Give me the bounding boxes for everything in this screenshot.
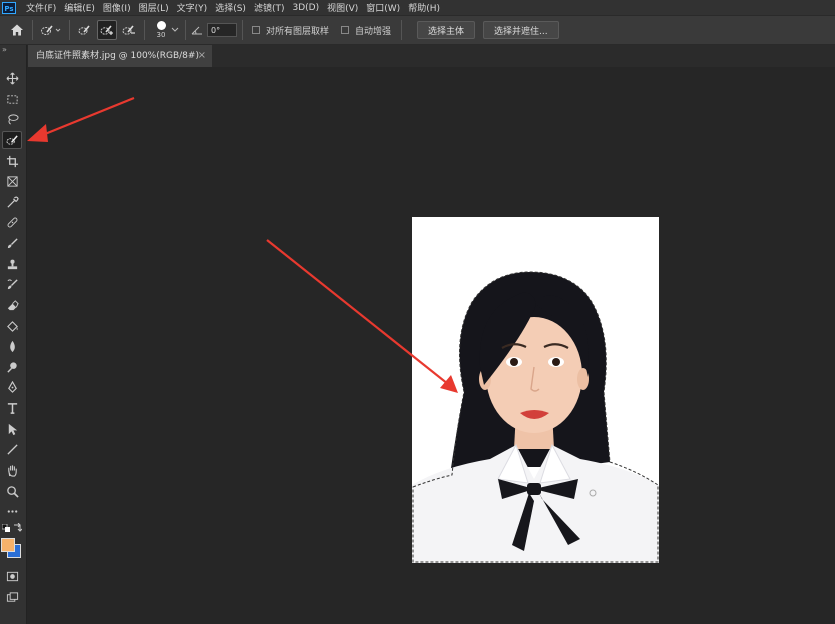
home-icon[interactable] — [7, 20, 27, 40]
add-to-selection-icon[interactable] — [97, 20, 117, 40]
zoom-tool-icon[interactable] — [2, 482, 22, 500]
hand-tool-icon[interactable] — [2, 461, 22, 479]
divider — [242, 20, 243, 40]
angle-icon — [191, 26, 202, 35]
history-brush-tool-icon[interactable] — [2, 275, 22, 293]
type-tool-icon[interactable] — [2, 399, 22, 417]
angle-input[interactable]: 0° — [207, 23, 237, 37]
menu-layer[interactable]: 图层(L) — [135, 1, 173, 14]
paint-bucket-tool-icon[interactable] — [2, 317, 22, 335]
menu-window[interactable]: 窗口(W) — [362, 1, 404, 14]
divider — [401, 20, 403, 40]
auto-enhance-option[interactable]: 自动增强 — [341, 24, 391, 37]
auto-enhance-checkbox[interactable] — [341, 26, 350, 34]
menu-type[interactable]: 文字(Y) — [173, 1, 212, 14]
brush-size-value: 30 — [156, 31, 166, 39]
divider — [69, 20, 70, 40]
blur-tool-icon[interactable] — [2, 337, 22, 355]
move-tool-icon[interactable] — [2, 69, 22, 87]
pen-tool-icon[interactable] — [2, 378, 22, 396]
crop-tool-icon[interactable] — [2, 152, 22, 170]
brush-size-picker[interactable]: 30 — [152, 21, 170, 39]
divider — [32, 20, 33, 40]
foreground-color-swatch[interactable] — [1, 538, 15, 552]
menu-help[interactable]: 帮助(H) — [404, 1, 444, 14]
new-selection-icon[interactable] — [75, 20, 95, 40]
close-icon[interactable]: × — [198, 45, 206, 67]
sample-all-layers-label: 对所有图层取样 — [266, 26, 330, 37]
sample-all-layers-checkbox[interactable] — [252, 26, 260, 34]
marquee-tool-icon[interactable] — [2, 90, 22, 108]
divider — [185, 20, 186, 40]
subtract-from-selection-icon[interactable] — [119, 20, 139, 40]
lasso-tool-icon[interactable] — [2, 110, 22, 128]
healing-brush-tool-icon[interactable] — [2, 213, 22, 231]
id-photo-image — [412, 217, 659, 563]
menu-edit[interactable]: 编辑(E) — [60, 1, 99, 14]
menu-image[interactable]: 图像(I) — [99, 1, 135, 14]
select-and-mask-button[interactable]: 选择并遮住... — [483, 21, 559, 39]
brush-tip-icon — [156, 21, 166, 30]
menu-filter[interactable]: 滤镜(T) — [250, 1, 289, 14]
eraser-tool-icon[interactable] — [2, 296, 22, 314]
quick-mask-icon[interactable] — [2, 567, 22, 585]
line-tool-icon[interactable] — [2, 440, 22, 458]
options-bar: 30 0° 对所有图层取样 自动增强 选择主体 选择并遮住... — [0, 15, 835, 45]
photoshop-logo: Ps — [2, 1, 16, 14]
sample-all-layers-option[interactable]: 对所有图层取样 — [252, 24, 329, 37]
menu-3d[interactable]: 3D(D) — [288, 3, 323, 13]
menu-view[interactable]: 视图(V) — [323, 1, 362, 14]
document-tab-strip: 白底证件照素材.jpg @ 100%(RGB/8#) × — [28, 45, 835, 67]
clone-stamp-tool-icon[interactable] — [2, 255, 22, 273]
screen-mode-icon[interactable] — [2, 588, 22, 606]
default-colors-icon[interactable] — [2, 524, 10, 532]
chevron-down-icon[interactable] — [170, 26, 180, 34]
menu-file[interactable]: 文件(F) — [22, 1, 60, 14]
document-tab-title: 白底证件照素材.jpg @ 100%(RGB/8#) — [36, 51, 199, 61]
eyedropper-tool-icon[interactable] — [2, 193, 22, 211]
document-tab[interactable]: 白底证件照素材.jpg @ 100%(RGB/8#) × — [28, 45, 212, 67]
brush-tool-icon[interactable] — [2, 234, 22, 252]
auto-enhance-label: 自动增强 — [355, 26, 392, 37]
divider — [144, 20, 145, 40]
dodge-tool-icon[interactable] — [2, 358, 22, 376]
more-tools-icon[interactable] — [2, 502, 22, 520]
menu-bar: Ps 文件(F) 编辑(E) 图像(I) 图层(L) 文字(Y) 选择(S) 滤… — [0, 0, 835, 15]
path-selection-tool-icon[interactable] — [2, 420, 22, 438]
tool-preset-picker[interactable] — [38, 20, 64, 40]
frame-tool-icon[interactable] — [2, 172, 22, 190]
tools-panel: » — [0, 45, 27, 624]
swap-colors-icon[interactable] — [13, 523, 22, 532]
menu-select[interactable]: 选择(S) — [211, 1, 250, 14]
collapse-panel-icon[interactable]: » — [2, 45, 7, 54]
document-canvas[interactable] — [412, 217, 659, 563]
quick-selection-tool-icon[interactable] — [2, 131, 22, 149]
select-subject-button[interactable]: 选择主体 — [417, 21, 476, 39]
